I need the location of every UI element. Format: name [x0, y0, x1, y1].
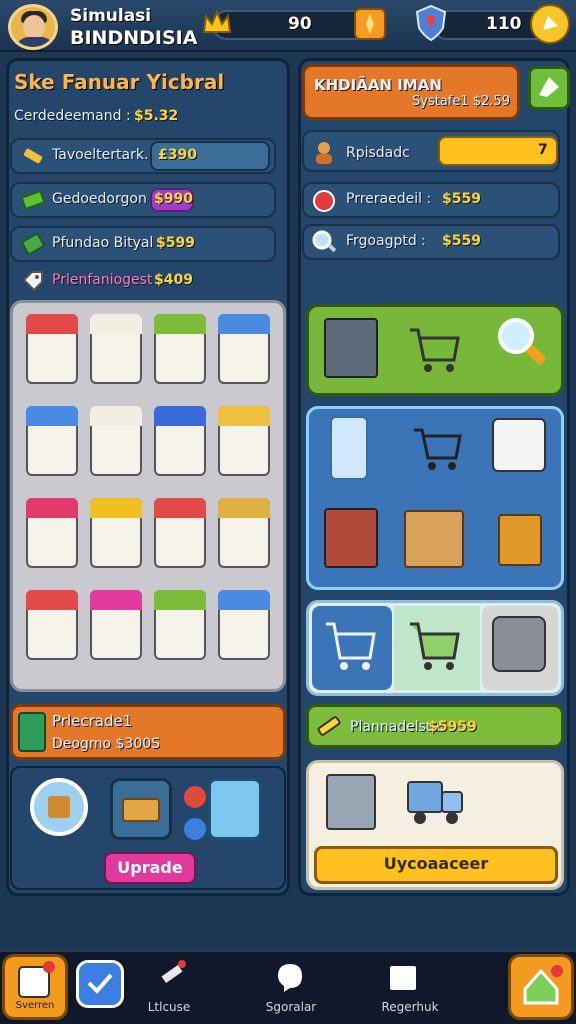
- game-title-line1: Simulasi: [70, 6, 152, 26]
- worker-icon: [310, 138, 338, 166]
- nav-store-label: Sverren: [15, 1000, 55, 1011]
- demand-label: Cerdedeemand :: [14, 108, 131, 124]
- money-stack-icon: [20, 232, 46, 256]
- stat-row-4-label: Prlenfaniogest: [52, 272, 153, 288]
- shield-icon: [414, 4, 448, 42]
- cardboard-box-icon[interactable]: [404, 510, 464, 568]
- shopping-cart-icon[interactable]: [404, 318, 462, 378]
- green-cart-icon: [406, 614, 464, 678]
- magnifier-icon[interactable]: [492, 312, 552, 378]
- chat-icon[interactable]: [272, 960, 308, 996]
- blue-cart-icon: [322, 614, 380, 678]
- cash-icon: [20, 188, 46, 212]
- left-panel-title: Ske Fanuar Yicbral: [14, 70, 225, 94]
- stat-row-1-value: £390: [158, 147, 197, 163]
- store-tile[interactable]: [218, 406, 270, 476]
- nav-home-button[interactable]: [508, 954, 574, 1020]
- store-tile[interactable]: [154, 314, 206, 384]
- stat-row-2-value: $990: [154, 191, 193, 207]
- refresh-icon[interactable]: [184, 818, 206, 840]
- compass-icon[interactable]: [30, 778, 88, 836]
- fridge-icon[interactable]: [326, 774, 376, 830]
- dollar-tag-icon: [20, 268, 46, 292]
- promo-subtitle: Deogmo $300S: [52, 736, 161, 752]
- store-tile[interactable]: [90, 590, 142, 660]
- package-box-icon[interactable]: [492, 418, 546, 472]
- promo-title: Prlecrade1: [52, 712, 133, 730]
- crown-icon: [200, 6, 234, 40]
- search-icon: [310, 228, 338, 256]
- store-tile[interactable]: [90, 314, 142, 384]
- store-tile[interactable]: [154, 590, 206, 660]
- cart-icon-2[interactable]: [408, 420, 466, 476]
- shop-row-3-label: Frgoagptd :: [346, 233, 426, 249]
- nav-storage-label: Regerhuk: [381, 1000, 439, 1014]
- stat-row-2-label: Gedoedorgon: [52, 191, 147, 207]
- money-bundle-icon[interactable]: [110, 778, 172, 840]
- settings-button[interactable]: [528, 66, 570, 110]
- stat-row-3-label: Pfundao Bityal :: [52, 235, 163, 251]
- stat-row-1-label: Tavoeltertark.: [52, 147, 149, 163]
- stat-row-3-value: $599: [156, 235, 195, 251]
- shop-row-3-value: $559: [442, 233, 481, 249]
- store-tile[interactable]: [90, 498, 142, 568]
- blueprint-icon[interactable]: [208, 778, 262, 840]
- pencil-icon: [314, 712, 344, 740]
- store-tile[interactable]: [26, 406, 78, 476]
- nav-build-label: Ltlcuse: [147, 1000, 191, 1014]
- stat-row-4-value: $409: [154, 272, 193, 288]
- cash-register-icon: [18, 712, 46, 752]
- shop-row-1-label: Rpisdadc: [346, 145, 410, 161]
- record-icon[interactable]: [184, 786, 206, 808]
- gems-value: 110: [486, 14, 522, 34]
- notification-button[interactable]: [530, 4, 570, 44]
- store-tile[interactable]: [218, 314, 270, 384]
- shop-row-2-value: $559: [442, 191, 481, 207]
- upgrade-button-label: Uprade: [117, 858, 183, 877]
- delivery-truck-icon[interactable]: [406, 774, 466, 830]
- store-tile[interactable]: [154, 498, 206, 568]
- hammer-icon[interactable]: [154, 958, 190, 994]
- nav-social-label: Sgoralar: [265, 1000, 317, 1014]
- store-tile[interactable]: [154, 406, 206, 476]
- demand-value: $5.32: [134, 108, 179, 124]
- store-tile[interactable]: [26, 314, 78, 384]
- bottle-icon[interactable]: [330, 416, 368, 480]
- shop-row-3[interactable]: [302, 224, 560, 260]
- store-tile[interactable]: [218, 590, 270, 660]
- alarm-icon: [310, 186, 338, 214]
- add-coins-button[interactable]: [354, 8, 386, 40]
- shop-header-title: KHDIÃAN IMAN: [314, 76, 442, 94]
- appliance-icon: [492, 616, 546, 672]
- shop-row-2-label: Prreraedeil :: [346, 191, 432, 207]
- parcel-icon[interactable]: [498, 514, 542, 566]
- nav-tasks-button[interactable]: [76, 960, 124, 1008]
- delivery-action-label: Uycoaaceer: [383, 854, 489, 873]
- shop-header-subtitle: Systafe1 $2.59: [412, 94, 510, 109]
- store-tile[interactable]: [26, 498, 78, 568]
- player-avatar[interactable]: [8, 4, 58, 50]
- shop-row-1-value: 7: [538, 142, 548, 158]
- shelf-icon[interactable]: [324, 318, 378, 378]
- coins-value: 90: [288, 14, 312, 34]
- store-tile[interactable]: [90, 406, 142, 476]
- store-tile[interactable]: [218, 498, 270, 568]
- plan-value: $5959: [428, 719, 477, 735]
- storage-icon[interactable]: [390, 966, 416, 990]
- wrench-icon: [20, 144, 46, 168]
- store-tile[interactable]: [26, 590, 78, 660]
- game-title-line2: BINDNDISIA: [70, 27, 198, 49]
- goods-shelf-icon[interactable]: [324, 508, 378, 568]
